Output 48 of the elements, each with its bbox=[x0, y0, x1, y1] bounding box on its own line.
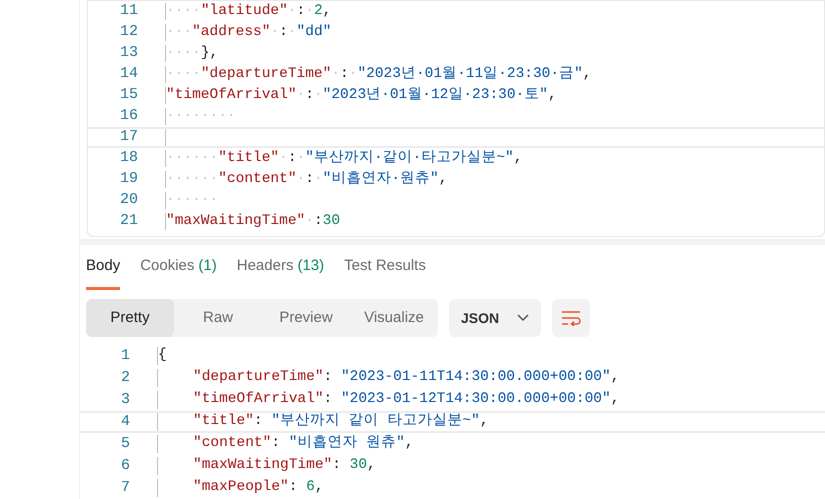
request-editor[interactable] bbox=[87, 0, 825, 238]
code-line: ···"address"·:·"dd" bbox=[165, 24, 824, 41]
code-line: ······ bbox=[165, 192, 824, 209]
code-line: ······"title"·:·"부산까지·같이·타고가실분~", bbox=[165, 150, 824, 167]
line-number: 21 bbox=[118, 211, 138, 232]
line-number: 13 bbox=[118, 43, 138, 64]
code-line: { bbox=[157, 347, 825, 365]
code-line: "maxWaitingTime"·:30 bbox=[165, 213, 824, 230]
line-number: 7 bbox=[120, 478, 130, 498]
line-number: 14 bbox=[118, 64, 138, 84]
view-mode-tab[interactable]: Visualize bbox=[350, 299, 438, 337]
code-line: ····"latitude"·:·2, bbox=[165, 3, 824, 20]
line-number: 4 bbox=[120, 412, 130, 432]
wrap-lines-button[interactable] bbox=[552, 299, 590, 337]
code-line: "maxWaitingTime": 30, bbox=[157, 457, 825, 475]
code-line: "title": "부산까지 같이 타고가실분~", bbox=[157, 413, 825, 431]
code-line: "timeOfArrival": "2023-01-12T14:30:00.000+00:00", bbox=[157, 391, 825, 409]
view-mode-tab[interactable]: Preview bbox=[262, 299, 350, 337]
view-mode-tab[interactable]: Pretty bbox=[86, 299, 174, 337]
code-line: ····"departureTime"·:·"2023년·01월·11일·23:30·금", bbox=[165, 66, 824, 83]
line-number: 11 bbox=[118, 1, 138, 22]
response-tab[interactable]: Body bbox=[86, 252, 120, 290]
code-line: ········ bbox=[165, 108, 824, 125]
code-line: "maxPeople": 6, bbox=[157, 479, 825, 497]
line-number: 15 bbox=[118, 85, 138, 106]
code-line: "content": "비흡연자 원츄", bbox=[157, 435, 825, 453]
line-number: 12 bbox=[118, 22, 138, 42]
line-number: 5 bbox=[120, 434, 130, 454]
code-line: ····}, bbox=[165, 45, 824, 62]
line-number: 2 bbox=[120, 368, 130, 388]
response-tab[interactable]: Test Results bbox=[344, 252, 426, 290]
line-number: 20 bbox=[118, 190, 138, 210]
line-number: 3 bbox=[120, 390, 130, 410]
line-number: 19 bbox=[118, 169, 138, 190]
line-number: 16 bbox=[118, 106, 138, 126]
format-dropdown[interactable]: JSON bbox=[449, 299, 542, 337]
response-tab[interactable]: Headers (13) bbox=[236, 252, 324, 290]
code-line: ······"content"·:·"비흡연자·원츄", bbox=[165, 171, 824, 188]
wrap-lines-icon bbox=[561, 310, 582, 326]
line-number: 17 bbox=[118, 127, 138, 148]
chevron-down-icon bbox=[517, 314, 530, 322]
line-number: 1 bbox=[120, 346, 130, 366]
response-tab[interactable]: Cookies (1) bbox=[140, 252, 217, 290]
line-number: 18 bbox=[118, 148, 138, 168]
code-line: "departureTime": "2023-01-11T14:30:00.000+00:00", bbox=[157, 369, 825, 387]
line-number: 6 bbox=[120, 456, 130, 476]
view-mode-tab[interactable]: Raw bbox=[174, 299, 262, 337]
code-line: "timeOfArrival"·:·"2023년·01월·12일·23:30·토", bbox=[165, 87, 824, 104]
